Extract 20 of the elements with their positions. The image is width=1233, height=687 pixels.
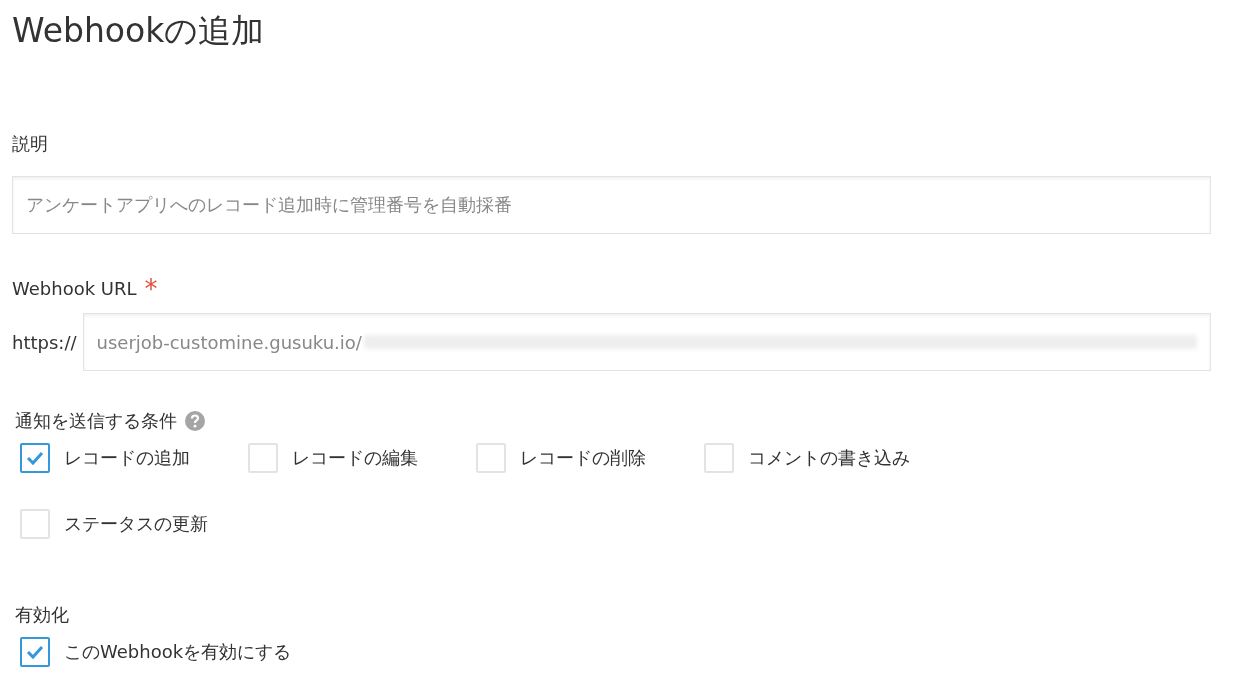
field-label: 有効化 <box>15 603 69 627</box>
checkmark-icon <box>26 450 44 466</box>
field-label: 説明 <box>12 132 48 156</box>
url-prefix: https:// <box>12 331 78 353</box>
checkbox[interactable] <box>20 443 50 473</box>
page-title: Webhookの追加 <box>12 10 266 52</box>
checkbox-label: レコードの削除 <box>520 446 646 470</box>
checkbox[interactable] <box>20 637 50 667</box>
description-field[interactable]: アンケートアプリへのレコード追加時に管理番号を自動採番 <box>12 176 1211 234</box>
checkmark-icon <box>26 644 44 660</box>
checkbox-label: コメントの書き込み <box>748 446 910 470</box>
help-icon[interactable] <box>185 411 205 431</box>
url-field[interactable]: userjob-customine.gusuku.io/ <box>82 313 1211 371</box>
required-mark: * <box>144 279 158 298</box>
checkbox-label: レコードの編集 <box>292 446 418 470</box>
field-label: 通知を送信する条件 <box>15 409 177 433</box>
checkbox-label: レコードの追加 <box>64 446 190 470</box>
field-label: Webhook URL <box>12 278 137 299</box>
checkbox-label: ステータスの更新 <box>64 512 208 536</box>
checkbox-label: このWebhookを有効にする <box>64 640 292 664</box>
